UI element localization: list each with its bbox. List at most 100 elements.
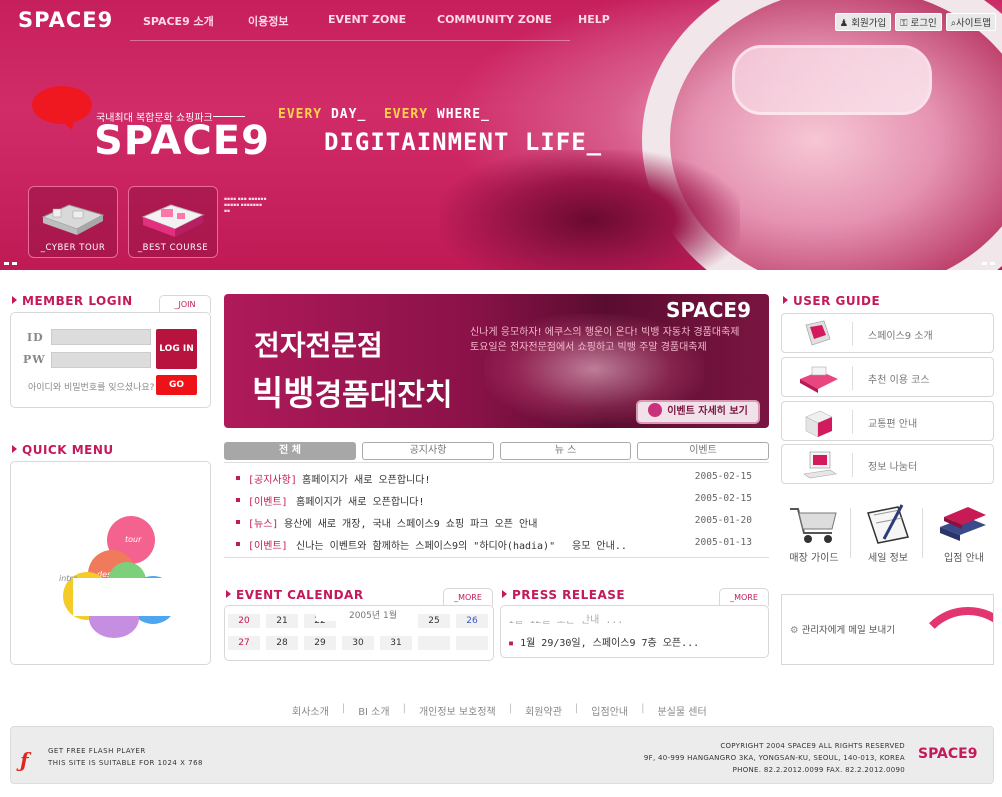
hero-logo: SPACE9 — [94, 118, 270, 164]
sale-info-label[interactable]: 세일 정보 — [853, 549, 923, 564]
banner-title-prize: 경품대잔치 — [314, 378, 453, 413]
books-icon[interactable] — [936, 503, 990, 547]
banner-desc-line2: 토요일은 전자전문점에서 쇼핑하고 빅뱅 주말 경품대축제 — [470, 342, 707, 353]
guide-divider — [852, 322, 853, 346]
triangle-icon — [226, 590, 231, 598]
guide-item-info[interactable]: 정보 나눔터 — [781, 444, 994, 484]
copyright-text: COPYRIGHT 2004 SPACE9 ALL RIGHTS RESERVE… — [720, 742, 905, 750]
calendar-day[interactable]: 28 — [266, 636, 298, 650]
sitemap-link[interactable]: ⌕사이트맵 — [945, 13, 996, 31]
login-button[interactable]: LOG IN — [156, 329, 197, 369]
footer-sep: | — [402, 703, 406, 714]
best-course-button[interactable]: _BEST COURSE — [128, 186, 218, 258]
calendar-day[interactable]: 20 — [228, 614, 260, 628]
floor-plan-icon — [141, 204, 205, 237]
nav-event-zone[interactable]: EVENT ZONE — [328, 13, 406, 26]
event-detail-button[interactable]: 이벤트 자세히 보기 — [636, 400, 760, 424]
calendar-month-overlay: 2005년 1월 — [316, 611, 430, 621]
calendar-day[interactable]: 29 — [304, 636, 336, 650]
footer-link-company[interactable]: 회사소개 — [292, 703, 329, 718]
press-more-link[interactable]: _MORE — [719, 588, 769, 606]
nav-space9-intro[interactable]: SPACE9 소개 — [143, 13, 214, 29]
bullet-icon — [236, 498, 240, 502]
footer-sep: | — [641, 703, 645, 714]
calendar-more-link[interactable]: _MORE — [443, 588, 493, 606]
flash-placeholder — [73, 578, 183, 616]
lock-icon: ⚿ — [900, 18, 908, 29]
password-input[interactable] — [51, 352, 151, 368]
signup-link[interactable]: ♟ 회원가입 — [834, 13, 892, 31]
user-guide-title: USER GUIDE — [783, 294, 880, 308]
smoke-cloud — [440, 150, 740, 270]
news-category: [이벤트] — [248, 541, 288, 552]
calendar-day[interactable]: 21 — [266, 614, 298, 628]
press-item-title: 1월 29/30일, 스페이스9 7층 오픈... — [520, 638, 700, 649]
news-date: 2005-02-15 — [694, 493, 752, 504]
brochure-icon — [805, 320, 831, 346]
footer-link-terms[interactable]: 회원약관 — [525, 703, 562, 718]
news-row[interactable]: [이벤트] 신나는 이벤트와 함께하는 스페이스9의 "하디아(hadia)" … — [236, 537, 756, 552]
calendar-day[interactable]: 27 — [228, 636, 260, 650]
guide-item-intro[interactable]: 스페이스9 소개 — [781, 313, 994, 353]
flash-player-icon[interactable]: ƒ — [20, 748, 38, 772]
building-model-icon — [41, 204, 105, 235]
footer-sep: | — [508, 703, 513, 714]
news-title-extra: 응모 안내.. — [572, 541, 627, 552]
forgot-credentials-link[interactable]: 아이디와 비밀번호를 잊으셨나요? — [28, 380, 154, 393]
news-row[interactable]: [공지사항] 홈페이지가 새로 오픈합니다! 2005-02-15 — [236, 471, 756, 486]
guide-item-course[interactable]: 추천 이용 코스 — [781, 357, 994, 397]
slogan-day: DAY_ — [330, 107, 367, 122]
go-button[interactable]: GO — [156, 375, 197, 395]
footer-link-entry[interactable]: 입점안내 — [591, 703, 628, 718]
calendar-day[interactable]: 30 — [342, 636, 374, 650]
footer-link-lost[interactable]: 분실물 센터 — [657, 703, 706, 718]
notebook-pen-icon[interactable] — [862, 503, 914, 547]
news-category: [공지사항] — [248, 475, 297, 486]
nav-usage-info[interactable]: 이용정보 — [248, 13, 288, 29]
cyber-tour-button[interactable]: _CYBER TOUR — [28, 186, 118, 258]
calendar-day[interactable]: 25 — [418, 614, 450, 628]
tab-news[interactable]: 뉴 스 — [500, 442, 631, 460]
news-title: 홈페이지가 새로 오픈합니다! — [302, 475, 431, 486]
speech-bubble-icon — [32, 86, 92, 124]
tab-all[interactable]: 전 체 — [224, 442, 356, 460]
tab-notice[interactable]: 공지사항 — [362, 442, 494, 460]
store-entry-label[interactable]: 입점 안내 — [929, 549, 999, 564]
shop-guide-label[interactable]: 매장 가이드 — [779, 549, 849, 564]
news-date: 2005-01-20 — [694, 515, 752, 526]
banner-description: 신나게 응모하자! 에쿠스의 행운이 온다! 빅뱅 자동차 경품대축제 토요일은… — [470, 325, 739, 355]
footer-link-bi[interactable]: BI 소개 — [358, 703, 389, 718]
resolution-note: THIS SITE IS SUITABLE FOR 1024 X 768 — [48, 759, 203, 767]
guide-item-label: 정보 나눔터 — [868, 462, 918, 473]
best-course-label: _BEST COURSE — [137, 243, 209, 253]
admin-mail-banner[interactable]: ⚙ 관리자에게 메일 보내기 — [781, 594, 994, 665]
shopping-cart-icon[interactable] — [788, 505, 840, 547]
flash-download-text[interactable]: GET FREE FLASH PLAYER — [48, 745, 203, 757]
news-row[interactable]: [뉴스] 용산에 새로 개장, 국내 스페이스9 쇼핑 파크 오픈 안내 200… — [236, 515, 756, 530]
guide-divider — [852, 366, 853, 390]
tab-event[interactable]: 이벤트 — [637, 442, 769, 460]
join-link[interactable]: _JOIN — [159, 295, 211, 313]
guide-item-label: 스페이스9 소개 — [868, 331, 933, 342]
user-guide-label: USER GUIDE — [793, 294, 881, 308]
news-date: 2005-02-15 — [694, 471, 752, 482]
nav-divider — [130, 40, 570, 41]
corner-mark-right — [982, 262, 995, 265]
guide-item-transport[interactable]: 교통편 안내 — [781, 401, 994, 441]
guide-item-label: 추천 이용 코스 — [868, 375, 930, 386]
nav-help[interactable]: HELP — [578, 13, 610, 26]
promo-banner[interactable]: 전자전문점 빅뱅경품대잔치 SPACE9 신나게 응모하자! 에쿠스의 행운이 … — [224, 294, 769, 428]
news-row[interactable]: [이벤트] 홈페이지가 새로 오픈합니다! 2005-02-15 — [236, 493, 756, 508]
calendar-day[interactable]: 31 — [380, 636, 412, 650]
site-logo[interactable]: SPACE9 — [18, 8, 113, 32]
nav-community-zone[interactable]: COMMUNITY ZONE — [437, 13, 552, 26]
press-item[interactable]: ▪ 1월 29/30일, 스페이스9 7층 오픈... — [508, 634, 763, 649]
footer-link-privacy[interactable]: 개인정보 보호정책 — [419, 703, 496, 718]
calendar-day[interactable] — [456, 636, 488, 650]
news-divider — [224, 462, 769, 463]
calendar-day[interactable] — [418, 636, 450, 650]
calendar-day[interactable]: 26 — [456, 614, 488, 628]
login-link[interactable]: ⚿ 로그인 — [895, 13, 942, 31]
id-input[interactable] — [51, 329, 151, 345]
tagline-underline — [213, 116, 245, 117]
